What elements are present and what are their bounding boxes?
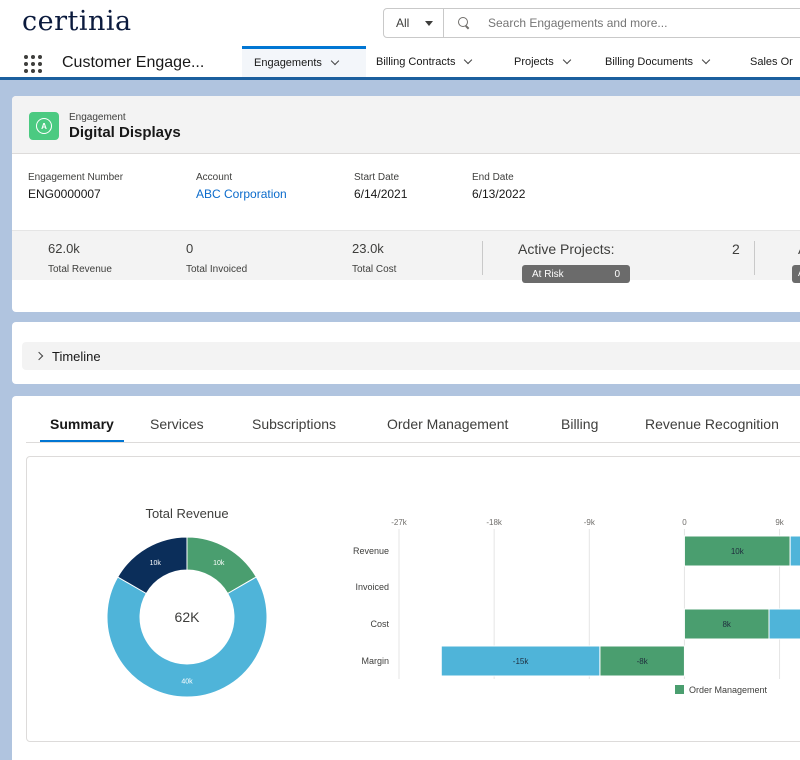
x-tick-label: -18k [486,518,503,527]
field-label: Engagement Number [28,172,124,183]
certinia-logo[interactable]: certinia [22,6,132,37]
timeline-card: Timeline [12,322,800,384]
field-account: Account ABC Corporation [196,172,287,201]
active-projects-title: Active Projects: [518,241,615,257]
x-tick-label: -9k [584,518,596,527]
y-category-label: Revenue [353,546,389,556]
record-header-card: A Engagement Digital Displays Engagement… [12,96,800,312]
app-nav-bar: Customer Engage... Engagements Billing C… [0,46,800,80]
legend-swatch [675,685,684,694]
badge-count: 0 [614,268,620,280]
field-label: End Date [472,172,514,183]
record-title: Digital Displays [69,124,181,141]
tab-underline [26,442,800,443]
tab-services[interactable]: Services [150,416,204,440]
kpi-value: 0 [186,241,194,256]
summary-charts: Total Revenue 10k 40k 10k 62K -27k -18k -9k 0 9k R… [106,506,800,698]
donut-slice-label: 10k [150,560,162,567]
global-search: All [383,8,800,38]
bar-segment [768,608,800,640]
chevron-down-icon[interactable] [464,55,473,64]
nav-tab-projects[interactable]: Projects [514,46,571,77]
timeline-label: Timeline [52,348,101,364]
y-category-label: Cost [370,619,389,629]
kpi-total-revenue: 62.0k Total Revenue [48,241,112,275]
bar-value-label: -8k [637,657,649,666]
bar-value-label: -15k [513,657,530,666]
tab-subscriptions[interactable]: Subscriptions [252,416,336,440]
kpi-caption: Total Revenue [48,264,112,275]
kpi-strip: 62.0k Total Revenue 0 Total Invoiced 23.… [12,230,800,283]
search-scope-dropdown[interactable]: All [384,9,444,37]
nav-tab-billing-documents[interactable]: Billing Documents [605,46,711,77]
global-header: certinia All [0,0,800,46]
donut-title: Total Revenue [145,506,228,521]
search-input[interactable] [488,16,788,30]
kpi-value: 62.0k [48,241,80,256]
chevron-down-icon[interactable] [562,55,571,64]
field-value: 6/14/2021 [354,187,408,201]
kpi-total-cost: 23.0k Total Cost [352,241,396,275]
engagement-icon: A [29,112,59,140]
app-name: Customer Engage... [62,54,205,71]
badge-label: At Risk [532,268,564,280]
nav-tab-label: Projects [514,55,554,68]
kpi-value: 23.0k [352,241,384,256]
summary-panel: Total Revenue 10k 40k 10k 62K -27k -18k -9k 0 9k R… [26,456,800,742]
bar-segment [789,535,800,567]
kpi-caption: Total Invoiced [186,264,248,275]
chevron-down-icon[interactable] [330,56,340,66]
nav-tab-label: Sales Or [750,55,793,68]
donut-slice-label: 40k [181,679,193,686]
chevron-down-icon[interactable] [701,55,711,64]
search-scope-label: All [396,16,410,30]
field-label: Start Date [354,172,400,183]
legend-label: Order Management [689,685,768,695]
x-tick-label: 0 [682,518,687,527]
field-end-date: End Date 6/13/2022 [472,172,525,201]
kpi-caption: Total Cost [352,264,397,275]
nav-tab-sales-orders[interactable]: Sales Or [750,46,793,77]
field-value: ENG0000007 [28,187,101,201]
field-engagement-number: Engagement Number ENG0000007 [28,172,123,201]
caret-down-icon [425,20,433,26]
divider [754,241,755,275]
nav-tab-label: Billing Documents [605,55,694,68]
at-risk-badge[interactable]: At Risk 0 [522,265,630,283]
nav-tab-billing-contracts[interactable]: Billing Contracts [376,46,473,77]
donut-slice-label: 10k [213,560,225,567]
record-title-bar: A Engagement Digital Displays [12,96,800,154]
nav-tab-label: Engagements [254,57,322,69]
divider [482,241,483,275]
field-label: Account [196,172,233,183]
detail-tabs-card: Summary Services Subscriptions Order Man… [12,396,800,760]
timeline-toggle[interactable]: Timeline [22,342,800,370]
y-category-label: Margin [361,656,389,666]
next-kpi-badge[interactable]: Al [792,265,800,283]
tab-order-management[interactable]: Order Management [387,416,508,440]
field-start-date: Start Date 6/14/2021 [354,172,407,201]
tab-summary[interactable]: Summary [40,416,124,443]
account-link[interactable]: ABC Corporation [196,187,287,201]
donut-center-value: 62K [175,609,201,625]
x-tick-label: -27k [391,518,408,527]
nav-tab-label: Billing Contracts [376,55,456,68]
y-category-label: Invoiced [355,582,389,592]
bar-value-label: 10k [731,547,745,556]
tab-billing[interactable]: Billing [561,416,598,440]
x-tick-label: 9k [775,518,784,527]
search-icon [458,17,470,29]
app-launcher-icon[interactable] [24,55,42,73]
active-projects-count: 2 [732,241,740,257]
field-value: 6/13/2022 [472,187,526,201]
tab-revenue-recognition[interactable]: Revenue Recognition [645,416,779,440]
nav-tab-engagements[interactable]: Engagements [242,46,366,77]
record-type-label: Engagement [69,112,126,123]
chevron-right-icon [34,351,44,361]
kpi-total-invoiced: 0 Total Invoiced [186,241,247,275]
bar-value-label: 8k [722,620,731,629]
